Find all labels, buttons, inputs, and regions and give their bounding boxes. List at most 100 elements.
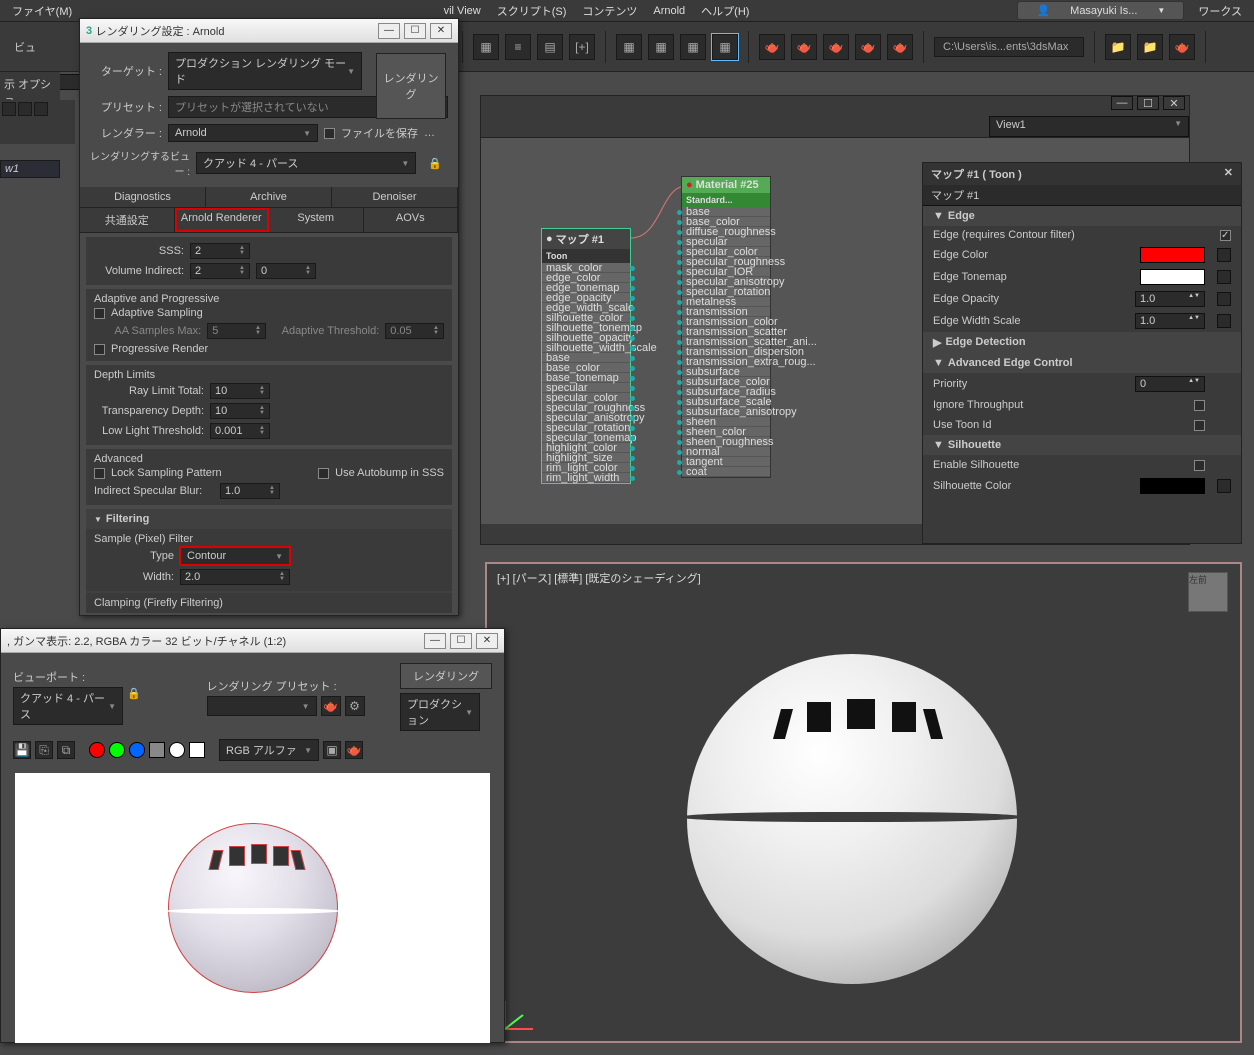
enable-silhouette-checkbox[interactable]: [1194, 460, 1205, 471]
tab-arnold-renderer[interactable]: Arnold Renderer: [175, 208, 270, 232]
teapot-icon[interactable]: 🫖: [887, 34, 913, 60]
alpha-channel[interactable]: [149, 742, 165, 758]
user-badge[interactable]: 👤 Masayuki Is... ▼: [1017, 1, 1184, 20]
menu-arnold[interactable]: Arnold: [645, 5, 693, 17]
tool-icon[interactable]: [2, 102, 16, 116]
view-dropdown[interactable]: View1▼: [989, 116, 1189, 137]
node-input-slot[interactable]: coat: [682, 467, 770, 477]
minimize-button[interactable]: —: [1111, 96, 1133, 110]
rframe-viewport-dropdown[interactable]: クアッド 4 - パース▼: [13, 687, 123, 725]
maximize-button[interactable]: ☐: [404, 23, 426, 39]
save-icon[interactable]: 💾: [13, 741, 31, 759]
toolbar-icon[interactable]: [+]: [569, 34, 595, 60]
advanced-edge-section[interactable]: ▼Advanced Edge Control: [923, 353, 1241, 373]
edge-opacity-spinner[interactable]: 1.0▲▼: [1135, 291, 1205, 307]
toolbar-icon[interactable]: 📁: [1105, 34, 1131, 60]
volume-indirect-spinner[interactable]: 2▲▼: [190, 263, 250, 279]
ray-limit-spinner[interactable]: 10▲▼: [210, 383, 270, 399]
teapot-icon[interactable]: 🫖: [759, 34, 785, 60]
teapot-icon[interactable]: 🫖: [855, 34, 881, 60]
tool-icon[interactable]: [18, 102, 32, 116]
copy-icon[interactable]: ⎘: [35, 741, 53, 759]
save-file-checkbox[interactable]: [324, 128, 335, 139]
scene-object-sphere[interactable]: [687, 654, 1017, 984]
clone-icon[interactable]: ⧉: [57, 741, 75, 759]
tab-system[interactable]: System: [269, 208, 364, 232]
edge-checkbox[interactable]: [1220, 230, 1231, 241]
red-channel[interactable]: [89, 742, 105, 758]
filter-width-spinner[interactable]: 2.0▲▼: [180, 569, 290, 585]
filtering-section[interactable]: ▼Filtering: [86, 509, 452, 529]
render-button[interactable]: レンダリング: [400, 663, 492, 689]
menu-script[interactable]: スクリプト(S): [489, 3, 575, 19]
toolbar-icon[interactable]: ▦: [648, 34, 674, 60]
map-toggle[interactable]: [1217, 479, 1231, 493]
aa-threshold-spinner[interactable]: 0.05▲▼: [385, 323, 444, 339]
swatch-button[interactable]: [189, 742, 205, 758]
close-icon[interactable]: ✕: [1224, 166, 1233, 182]
menu-help[interactable]: ヘルプ(H): [693, 3, 757, 19]
toolbar-icon[interactable]: ▦: [680, 34, 706, 60]
tab-archive[interactable]: Archive: [206, 187, 332, 207]
production-dropdown[interactable]: プロダクション▼: [400, 693, 480, 731]
overlay-icon[interactable]: ▣: [323, 741, 341, 759]
toolbar-icon[interactable]: ≡: [505, 34, 531, 60]
mono-channel[interactable]: [169, 742, 185, 758]
maximize-button[interactable]: ☐: [1137, 96, 1159, 110]
viewport-label[interactable]: [+] [パース] [標準] [既定のシェーディング]: [497, 570, 701, 586]
close-button[interactable]: ✕: [476, 633, 498, 649]
maximize-button[interactable]: ☐: [450, 633, 472, 649]
viewcube[interactable]: 左前: [1188, 572, 1228, 612]
render-frame-titlebar[interactable]: , ガンマ表示: 2.2, RGBA カラー 32 ビット/チャネル (1:2)…: [1, 629, 504, 653]
toolbar-icon[interactable]: ▦: [712, 34, 738, 60]
filter-type-dropdown[interactable]: Contour▼: [180, 547, 290, 565]
close-button[interactable]: ✕: [1163, 96, 1185, 110]
lock-icon[interactable]: 🔒: [127, 687, 141, 725]
sss-spinner[interactable]: 2▲▼: [190, 243, 250, 259]
perspective-viewport[interactable]: [+] [パース] [標準] [既定のシェーディング] 左前: [485, 562, 1242, 1043]
lock-icon[interactable]: 🔒: [422, 157, 448, 170]
volume-indirect2-spinner[interactable]: 0▲▼: [256, 263, 316, 279]
close-button[interactable]: ✕: [430, 23, 452, 39]
green-channel[interactable]: [109, 742, 125, 758]
tab-denoiser[interactable]: Denoiser: [332, 187, 458, 207]
edge-section[interactable]: ▼Edge: [923, 206, 1241, 226]
project-path[interactable]: C:\Users\is...ents\3dsMax: [934, 37, 1084, 57]
target-dropdown[interactable]: プロダクション レンダリング モード▼: [168, 52, 362, 90]
tab-common[interactable]: 共通設定: [80, 208, 175, 232]
edge-tonemap-swatch[interactable]: [1140, 269, 1205, 285]
render-button[interactable]: レンダリング: [376, 53, 446, 119]
edge-color-swatch[interactable]: [1140, 247, 1205, 263]
node-output-slot[interactable]: rim_light_width: [542, 473, 630, 483]
tab-diagnostics[interactable]: Diagnostics: [80, 187, 206, 207]
autobump-checkbox[interactable]: [318, 468, 329, 479]
toolbar-icon[interactable]: 📁: [1137, 34, 1163, 60]
teapot-icon[interactable]: 🫖: [791, 34, 817, 60]
workspace-label[interactable]: ワークス: [1190, 3, 1250, 19]
progressive-checkbox[interactable]: [94, 344, 105, 355]
aa-max-spinner[interactable]: 5▲▼: [207, 323, 266, 339]
toolbar-icon[interactable]: 🫖: [1169, 34, 1195, 60]
priority-spinner[interactable]: 0▲▼: [1135, 376, 1205, 392]
renderer-dropdown[interactable]: Arnold▼: [168, 124, 318, 142]
teapot-icon[interactable]: 🫖: [823, 34, 849, 60]
map-toggle[interactable]: [1217, 248, 1231, 262]
toon-node[interactable]: ●マップ #1 Toon mask_coloredge_coloredge_to…: [541, 228, 631, 484]
rendered-image[interactable]: [15, 773, 490, 1043]
adaptive-sampling-checkbox[interactable]: [94, 308, 105, 319]
toolbar-icon[interactable]: ▦: [473, 34, 499, 60]
render-view-dropdown[interactable]: クアッド 4 - パース▼: [196, 152, 416, 174]
render-settings-titlebar[interactable]: 3 レンダリング設定 : Arnold — ☐ ✕: [80, 19, 458, 43]
map-toggle[interactable]: [1217, 314, 1231, 328]
ellipsis-button[interactable]: …: [424, 127, 435, 139]
silhouette-color-swatch[interactable]: [1140, 478, 1205, 494]
edge-detection-section[interactable]: ▶Edge Detection: [923, 332, 1241, 353]
ignore-throughput-checkbox[interactable]: [1194, 400, 1205, 411]
standard-node[interactable]: ●Material #25 Standard... basebase_color…: [681, 176, 771, 478]
tab-aovs[interactable]: AOVs: [364, 208, 459, 232]
menu-content[interactable]: コンテンツ: [574, 3, 645, 19]
blue-channel[interactable]: [129, 742, 145, 758]
teapot-icon[interactable]: 🫖: [345, 741, 363, 759]
low-light-spinner[interactable]: 0.001▲▼: [210, 423, 270, 439]
minimize-button[interactable]: —: [424, 633, 446, 649]
